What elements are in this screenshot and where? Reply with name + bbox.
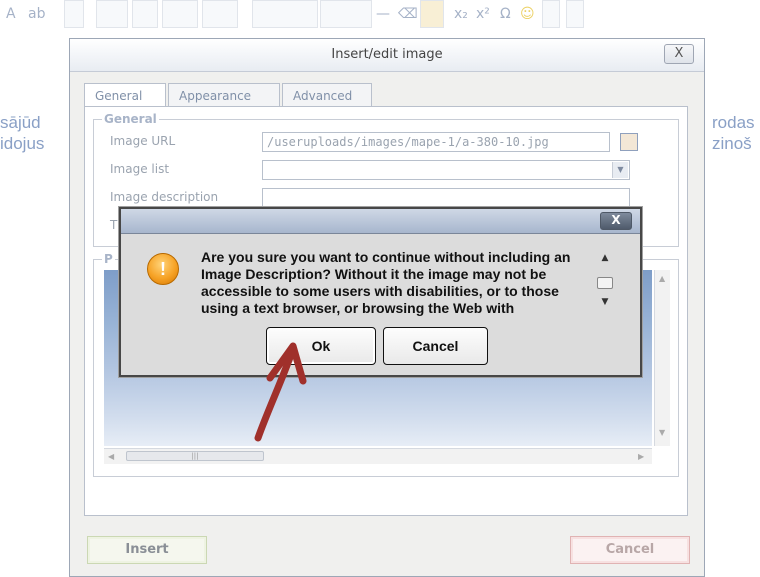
confirm-message-box: X ! Are you sure you want to continue wi… [119, 207, 642, 377]
image-description-label: Image description [110, 190, 219, 204]
print-icon[interactable] [566, 0, 584, 28]
dialog-cancel-button[interactable]: Cancel [570, 536, 690, 564]
preview-legend: P [102, 252, 115, 266]
tab-general[interactable]: General [84, 83, 166, 107]
style-icon[interactable] [252, 0, 318, 28]
split-cells-icon[interactable] [162, 0, 198, 28]
table-icon[interactable] [64, 0, 84, 28]
image-url-label: Image URL [110, 134, 176, 148]
preview-vertical-scrollbar[interactable]: ▲ ▼ [654, 270, 670, 446]
browse-icon[interactable] [620, 133, 638, 151]
highlight-color-icon[interactable]: ab [28, 0, 45, 28]
ok-button[interactable]: Ok [266, 327, 376, 365]
visual-aid-icon[interactable] [420, 0, 444, 28]
scroll-down-icon[interactable]: ▼ [659, 428, 665, 437]
emotions-icon[interactable]: ☺ [520, 0, 535, 28]
tab-advanced[interactable]: Advanced [282, 83, 372, 107]
insert-button[interactable]: Insert [87, 536, 207, 564]
bg-text-right-2: zinoš [712, 134, 752, 153]
scroll-up-icon[interactable]: ▲ [597, 253, 613, 263]
scroll-down-icon[interactable]: ▼ [597, 297, 613, 307]
subscript-icon[interactable]: x₂ [454, 0, 468, 28]
scroll-right-icon[interactable]: ▶ [638, 452, 644, 461]
preview-horizontal-scrollbar[interactable]: ◀ ||| ▶ [104, 448, 652, 464]
message-box-titlebar [121, 209, 640, 234]
warning-icon: ! [147, 253, 179, 285]
tab-appearance[interactable]: Appearance [168, 83, 280, 107]
scroll-thumb[interactable]: ||| [126, 451, 264, 461]
message-scrollbar[interactable]: ▲ ▼ [595, 249, 615, 323]
special-char-icon[interactable]: Ω [500, 0, 511, 28]
image-list-label: Image list [110, 162, 170, 176]
scroll-left-icon[interactable]: ◀ [108, 452, 114, 461]
dialog-close-button[interactable]: X [664, 44, 694, 64]
message-close-button[interactable]: X [600, 212, 632, 230]
message-cancel-button[interactable]: Cancel [383, 327, 488, 365]
remove-format-icon[interactable]: ⌫ [398, 0, 418, 28]
editor-toolbar: A ab — ⌫ x₂ x² Ω ☺ [0, 0, 760, 34]
image-list-select[interactable] [262, 160, 630, 180]
insert-col-icon[interactable] [132, 0, 158, 28]
superscript-icon[interactable]: x² [476, 0, 490, 28]
general-legend: General [102, 112, 159, 126]
media-icon[interactable] [542, 0, 560, 28]
bg-text-left-1: sājūd [0, 113, 41, 132]
title-label: T [110, 218, 118, 232]
message-text: Are you sure you want to continue withou… [201, 249, 571, 316]
bg-text-left-2: idojus [0, 134, 45, 153]
scroll-up-icon[interactable]: ▲ [659, 274, 665, 283]
merge-cells-icon[interactable] [202, 0, 238, 28]
insert-row-icon[interactable] [96, 0, 128, 28]
horizontal-rule-icon[interactable]: — [376, 0, 390, 28]
rule-icon[interactable] [320, 0, 372, 28]
bg-text-right-1: rodas [712, 113, 755, 132]
text-color-icon[interactable]: A [6, 0, 16, 28]
image-url-input[interactable]: /useruploads/images/mape-1/a-380-10.jpg [262, 132, 610, 152]
chevron-down-icon[interactable]: ▼ [612, 162, 628, 178]
dialog-title: Insert/edit image [70, 39, 704, 72]
image-description-input[interactable] [262, 188, 630, 208]
scroll-thumb[interactable] [597, 277, 613, 289]
